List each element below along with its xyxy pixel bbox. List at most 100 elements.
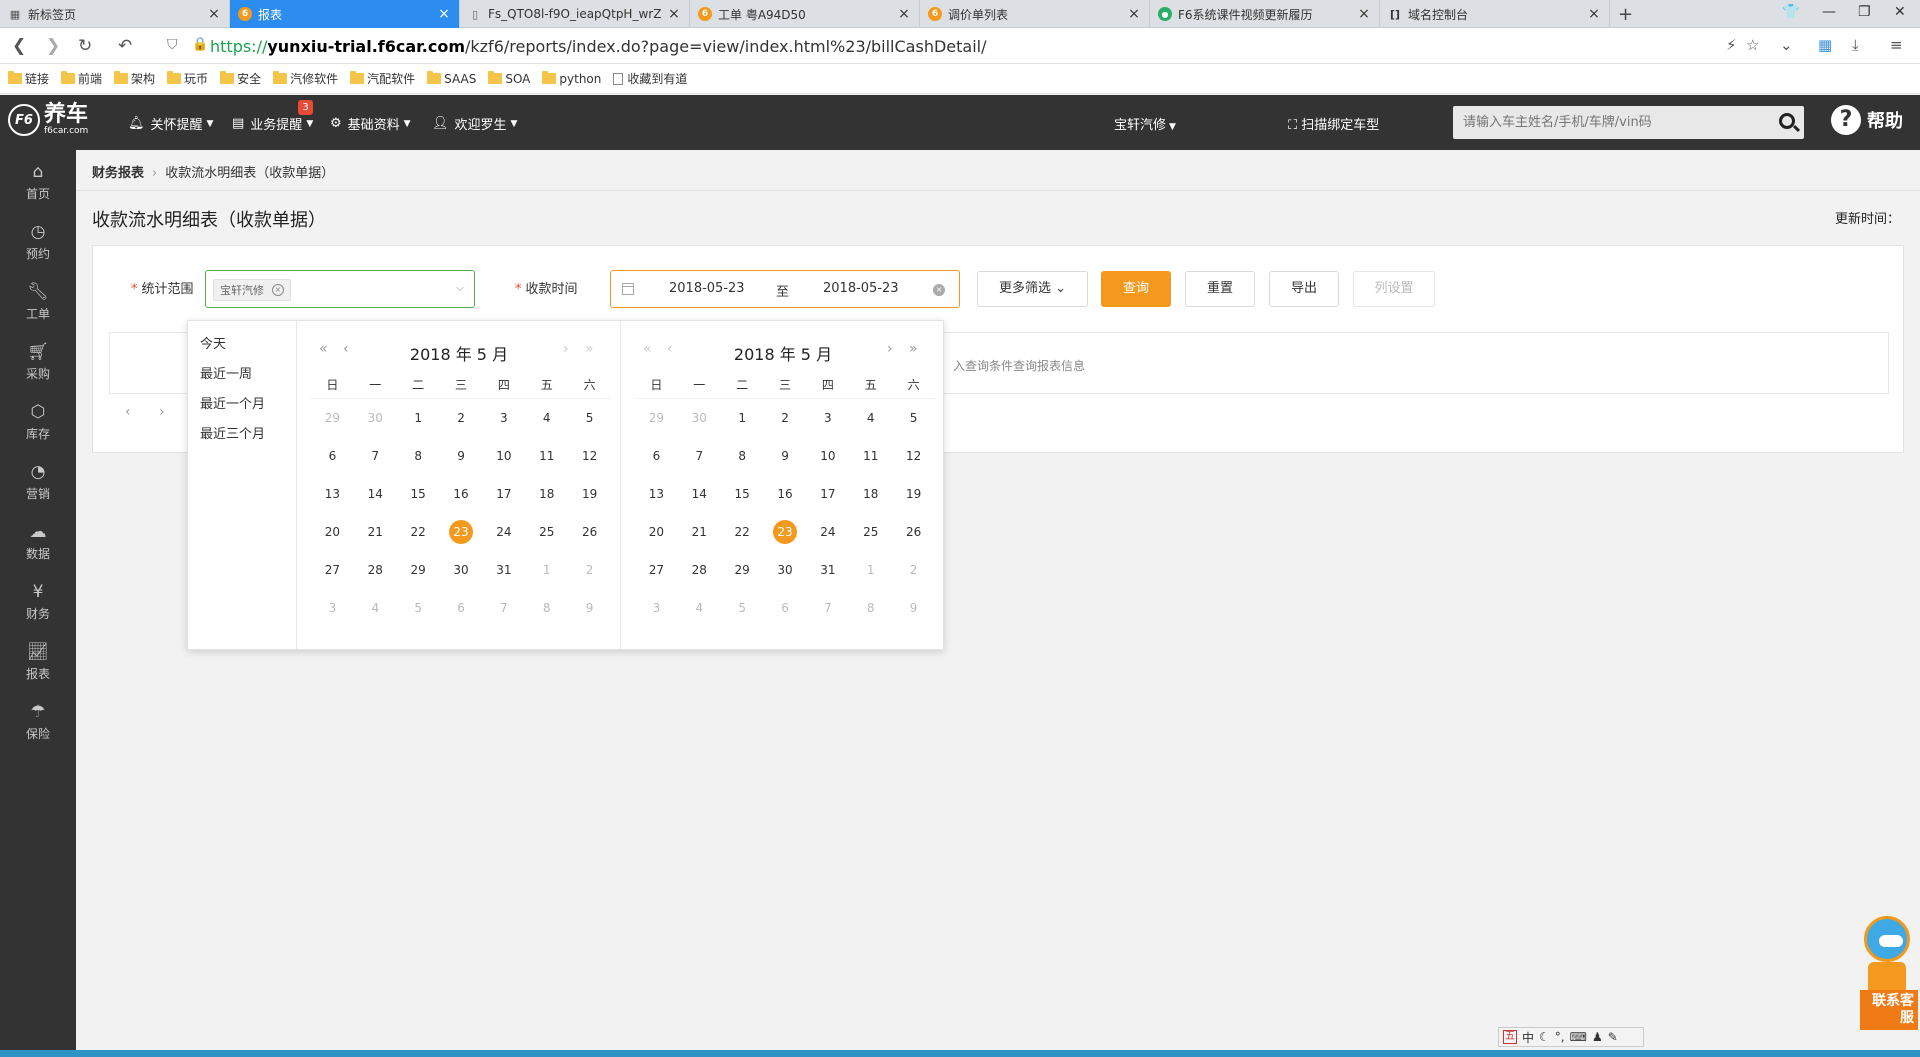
sidebar-item[interactable]: ☂ 保险	[0, 690, 76, 750]
sidebar-item[interactable]: ◷ 预约	[0, 210, 76, 270]
sidebar-item[interactable]: ¥ 财务	[0, 570, 76, 630]
export-button[interactable]: 导出	[1269, 271, 1339, 307]
clear-icon[interactable]: ×	[933, 284, 945, 296]
calendar-day[interactable]: 18	[525, 475, 568, 513]
calendar-day[interactable]: 4	[678, 589, 721, 627]
search-icon[interactable]	[1779, 113, 1795, 129]
chevron-down-icon[interactable]: ⌄	[1780, 36, 1793, 54]
browser-tab[interactable]: 6 调价单列表 ×	[920, 0, 1150, 28]
calendar-day[interactable]: 2	[764, 399, 807, 437]
calendar-day[interactable]: 7	[806, 589, 849, 627]
calendar-day[interactable]: 3	[806, 399, 849, 437]
calendar-day[interactable]: 22	[721, 513, 764, 551]
calendar-day[interactable]: 31	[806, 551, 849, 589]
calendar-day[interactable]: 14	[678, 475, 721, 513]
calendar-day[interactable]: 6	[440, 589, 483, 627]
calendar-day[interactable]: 16	[764, 475, 807, 513]
close-icon[interactable]: ×	[667, 6, 681, 22]
bookmark-item[interactable]: 汽修软件	[273, 70, 338, 87]
wrench-icon[interactable]: ✎	[1608, 1030, 1618, 1044]
download-icon[interactable]: ⤓	[1852, 36, 1859, 54]
bookmark-item[interactable]: 架构	[114, 70, 155, 87]
calendar-day[interactable]: 8	[849, 589, 892, 627]
calendar-day[interactable]: 14	[354, 475, 397, 513]
close-icon[interactable]: ×	[437, 6, 451, 22]
calendar-day[interactable]: 6	[635, 437, 678, 475]
menu-user[interactable]: 👤︎ 欢迎罗生 ▼	[432, 114, 517, 133]
menu-basic-data[interactable]: ⚙ 基础资料 ▼	[330, 114, 411, 133]
calendar-day[interactable]: 5	[721, 589, 764, 627]
browser-tab-active[interactable]: 6 报表 ×	[230, 0, 460, 28]
calendar-day[interactable]: 22	[397, 513, 440, 551]
browser-tab[interactable]: ● F6系统课件视频更新履历 ×	[1150, 0, 1380, 28]
calendar-day[interactable]: 27	[635, 551, 678, 589]
next-month-icon[interactable]: ›	[887, 341, 893, 357]
punct-icon[interactable]: °,	[1555, 1030, 1565, 1044]
customer-service-widget[interactable]: 联系客服	[1858, 910, 1920, 1030]
calendar-day[interactable]: 31	[482, 551, 525, 589]
menu-icon[interactable]: ≡	[1890, 36, 1903, 54]
close-icon[interactable]: ×	[1357, 6, 1371, 22]
calendar-day[interactable]: 24	[806, 513, 849, 551]
bookmark-item[interactable]: 安全	[220, 70, 261, 87]
calendar-day[interactable]: 13	[635, 475, 678, 513]
column-settings-button[interactable]: 列设置	[1353, 271, 1435, 307]
bookmark-item[interactable]: 链接	[8, 70, 49, 87]
menu-care[interactable]: 🔔︎ 关怀提醒 ▼	[128, 114, 213, 133]
calendar-day[interactable]: 23	[764, 513, 807, 551]
scan-button[interactable]: ⛶ 扫描绑定车型	[1288, 114, 1379, 133]
calendar-day[interactable]: 30	[440, 551, 483, 589]
calendar-day[interactable]: 8	[397, 437, 440, 475]
apps-icon[interactable]: ▦	[1818, 36, 1832, 54]
sidebar-item[interactable]: ☁ 数据	[0, 510, 76, 570]
calendar-day[interactable]: 7	[354, 437, 397, 475]
new-tab-button[interactable]: +	[1618, 4, 1633, 25]
calendar-day[interactable]: 27	[311, 551, 354, 589]
calendar-day[interactable]: 1	[849, 551, 892, 589]
calendar-day[interactable]: 3	[482, 399, 525, 437]
sidebar-item[interactable]: 🛒︎ 采购	[0, 330, 76, 390]
date-range-input[interactable]: 2018-05-23 至 2018-05-23 ×	[610, 270, 960, 308]
lightning-icon[interactable]: ⚡	[1726, 36, 1737, 54]
calendar-day[interactable]: 8	[721, 437, 764, 475]
calendar-day[interactable]: 9	[764, 437, 807, 475]
shortcut-month[interactable]: 最近一个月	[200, 393, 265, 412]
user-icon[interactable]: ♟	[1592, 1030, 1603, 1044]
calendar-day[interactable]: 25	[849, 513, 892, 551]
calendar-day[interactable]: 9	[892, 589, 935, 627]
calendar-day[interactable]: 4	[354, 589, 397, 627]
bookmark-item[interactable]: 汽配软件	[350, 70, 415, 87]
next-year-icon[interactable]: »	[909, 341, 918, 357]
more-filter-button[interactable]: 更多筛选 ⌄	[977, 271, 1088, 307]
calendar-day[interactable]: 4	[849, 399, 892, 437]
calendar-day[interactable]: 11	[849, 437, 892, 475]
bookmark-item[interactable]: SOA	[488, 71, 530, 86]
calendar-day[interactable]: 30	[354, 399, 397, 437]
bookmark-item[interactable]: 前端	[61, 70, 102, 87]
search-input[interactable]	[1453, 106, 1753, 139]
help-button[interactable]: ? 帮助	[1831, 105, 1903, 135]
calendar-day[interactable]: 18	[849, 475, 892, 513]
calendar-day[interactable]: 8	[525, 589, 568, 627]
calendar-day[interactable]: 2	[568, 551, 611, 589]
forward-icon[interactable]: ❯	[46, 36, 60, 56]
calendar-day[interactable]: 7	[482, 589, 525, 627]
next-page-icon[interactable]: ›	[159, 404, 165, 420]
prev-page-icon[interactable]: ‹	[125, 404, 131, 420]
calendar-day[interactable]: 30	[678, 399, 721, 437]
url-field[interactable]: https://yunxiu-trial.f6car.com/kzf6/repo…	[210, 37, 986, 56]
shortcut-three-months[interactable]: 最近三个月	[200, 423, 265, 442]
calendar-day[interactable]: 10	[806, 437, 849, 475]
calendar-day[interactable]: 5	[892, 399, 935, 437]
date-end[interactable]: 2018-05-23	[823, 281, 899, 296]
remove-tag-icon[interactable]: ×	[272, 284, 284, 296]
calendar-day[interactable]: 15	[721, 475, 764, 513]
calendar-day[interactable]: 28	[678, 551, 721, 589]
sidebar-item[interactable]: ◔ 营销	[0, 450, 76, 510]
keyboard-icon[interactable]: ⌨	[1570, 1030, 1587, 1044]
close-window-icon[interactable]: ✕	[1894, 4, 1906, 20]
calendar-day[interactable]: 20	[311, 513, 354, 551]
back-icon[interactable]: ❮	[12, 36, 26, 56]
calendar-day[interactable]: 12	[892, 437, 935, 475]
breadcrumb-root[interactable]: 财务报表	[92, 166, 144, 181]
